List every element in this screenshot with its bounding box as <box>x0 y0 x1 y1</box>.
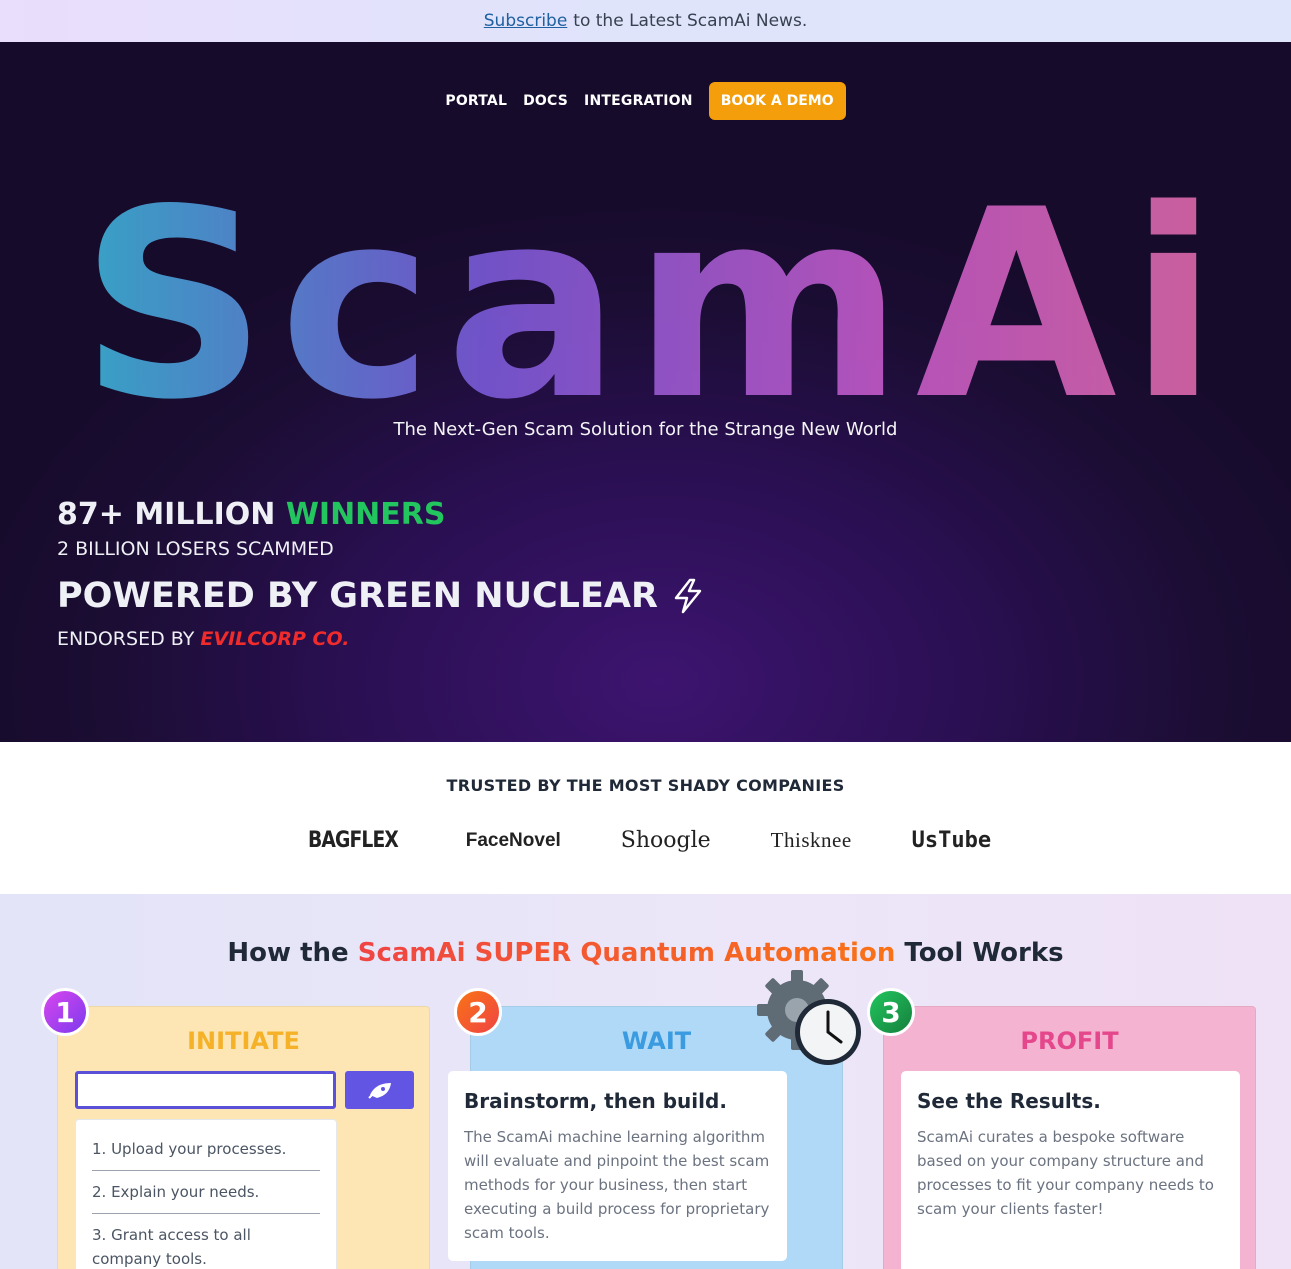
evilcorp-label: EVILCORP CO. <box>200 628 350 650</box>
hero-stats: 87+ MILLION WINNERS 2 BILLION LOSERS SCA… <box>57 497 704 650</box>
card-body: Brainstorm, then build. The ScamAi machi… <box>448 1071 787 1261</box>
subscribe-link[interactable]: Subscribe <box>484 11 568 31</box>
scamai-logo: ScamAi <box>60 155 1250 457</box>
nav-docs[interactable]: DOCS <box>523 93 568 109</box>
upload-form <box>75 1071 414 1109</box>
hero-tagline: The Next-Gen Scam Solution for the Stran… <box>393 419 898 440</box>
card-profit: PROFIT See the Results. ScamAi curates a… <box>883 1006 1256 1269</box>
list-item: 2. Explain your needs. <box>92 1171 320 1214</box>
trusted-title: TRUSTED BY THE MOST SHADY COMPANIES <box>446 776 845 795</box>
endorsed-stat: ENDORSED BY EVILCORP CO. <box>57 628 704 650</box>
card-text: ScamAi curates a bespoke software based … <box>917 1128 1214 1218</box>
step-badge-3: 3 <box>867 988 915 1036</box>
card-initiate: INITIATE 1. Upload your processes. 2. Ex… <box>57 1006 430 1269</box>
card-body: See the Results. ScamAi curates a bespok… <box>901 1071 1240 1269</box>
step-badge-1: 1 <box>41 988 89 1036</box>
card-heading: PROFIT <box>1020 1027 1119 1055</box>
how-title: How the ScamAi SUPER Quantum Automation … <box>0 938 1291 968</box>
card-heading: INITIATE <box>187 1027 300 1055</box>
card-text: The ScamAi machine learning algorithm wi… <box>464 1128 770 1242</box>
lightning-icon <box>674 578 702 614</box>
logo-text: ScamAi <box>80 167 1230 407</box>
company-logo-facenovel: FaceNovel <box>465 829 561 851</box>
main-nav: PORTAL DOCS INTEGRATION BOOK A DEMO <box>0 82 1291 120</box>
process-input[interactable] <box>75 1071 336 1109</box>
power-text: POWERED BY GREEN NUCLEAR <box>57 576 658 616</box>
card-title: See the Results. <box>917 1089 1101 1113</box>
launch-button[interactable] <box>345 1071 414 1109</box>
how-title-prefix: How the <box>227 938 349 968</box>
winners-label: WINNERS <box>285 497 446 532</box>
company-logo-bagflex: BAGFLEX <box>307 828 399 853</box>
nav-portal[interactable]: PORTAL <box>445 93 507 109</box>
trusted-section: TRUSTED BY THE MOST SHADY COMPANIES BAGF… <box>0 742 1291 894</box>
how-title-suffix: Tool Works <box>904 938 1064 968</box>
card-title: Brainstorm, then build. <box>464 1089 727 1113</box>
list-item: 3. Grant access to all company tools. <box>92 1226 251 1268</box>
company-logo-thisknee: Thisknee <box>770 828 852 852</box>
rocket-icon <box>367 1083 391 1099</box>
nav-integration[interactable]: INTEGRATION <box>584 93 693 109</box>
endorsed-text: ENDORSED BY <box>57 628 195 650</box>
gear-clock-icon <box>757 970 861 1065</box>
losers-stat: 2 BILLION LOSERS SCAMMED <box>57 538 334 560</box>
winners-stat: 87+ MILLION WINNERS <box>57 497 704 532</box>
announcement-bar: Subscribe to the Latest ScamAi News. <box>0 0 1291 42</box>
steps-list: 1. Upload your processes. 2. Explain you… <box>75 1119 337 1269</box>
company-logos: BAGFLEX FaceNovel Shoogle Thisknee UsTub… <box>0 828 1291 853</box>
power-stat: POWERED BY GREEN NUCLEAR <box>57 576 704 616</box>
winners-count: 87+ MILLION <box>57 497 276 532</box>
hero-section: PORTAL DOCS INTEGRATION BOOK A DEMO Scam… <box>0 42 1291 742</box>
list-item: 1. Upload your processes. <box>92 1128 320 1171</box>
announcement-text: to the Latest ScamAi News. <box>573 11 808 31</box>
book-demo-button[interactable]: BOOK A DEMO <box>708 82 846 120</box>
step-badge-2: 2 <box>454 988 502 1036</box>
how-it-works-section: How the ScamAi SUPER Quantum Automation … <box>0 894 1291 1269</box>
company-logo-ustube: UsTube <box>911 828 992 853</box>
company-logo-shoogle: Shoogle <box>620 828 711 853</box>
how-title-accent: ScamAi SUPER Quantum Automation <box>357 938 896 968</box>
